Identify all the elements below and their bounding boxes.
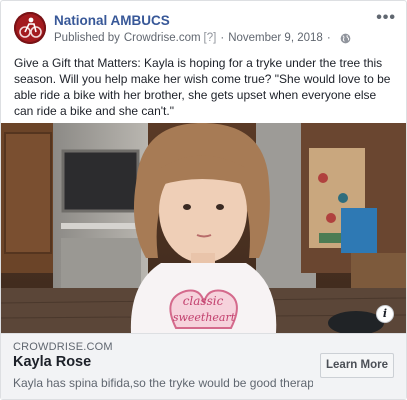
link-preview[interactable]: CROWDRISE.COM Kayla Rose Kayla has spina… (1, 333, 406, 399)
ambucs-logo-icon (14, 12, 46, 44)
link-description: Kayla has spina bifida,so the tryke woul… (13, 376, 313, 390)
published-by-label: Published by (54, 32, 120, 44)
learn-more-button[interactable]: Learn More (320, 353, 394, 378)
post-header: National AMBUCS Published by Crowdrise.c… (1, 1, 406, 51)
link-title[interactable]: Kayla Rose (13, 354, 91, 370)
help-marker[interactable]: [?] (204, 32, 217, 44)
post-meta: Published by Crowdrise.com [?] · Novembe… (54, 32, 351, 44)
post-message: Give a Gift that Matters: Kayla is hopin… (14, 56, 391, 118)
post-date-link[interactable]: November 9, 2018 (228, 32, 323, 44)
publisher-link[interactable]: Crowdrise.com (124, 32, 201, 44)
globe-icon (340, 33, 351, 43)
sponsored-post: National AMBUCS Published by Crowdrise.c… (0, 0, 407, 400)
child-kitchen-photo: classic sweetheart (1, 123, 406, 333)
meta-separator: · (220, 32, 225, 44)
more-options-icon[interactable]: ••• (376, 9, 396, 27)
shirt-text-line2: sweetheart (173, 311, 236, 324)
page-avatar[interactable] (14, 12, 46, 44)
post-photo[interactable]: classic sweetheart i (1, 123, 406, 333)
link-domain: CROWDRISE.COM (13, 341, 113, 353)
ad-info-icon[interactable]: i (376, 305, 394, 323)
meta-separator-2: · (326, 32, 331, 44)
page-name-link[interactable]: National AMBUCS (54, 13, 170, 28)
shirt-text-line1: classic (183, 294, 224, 308)
